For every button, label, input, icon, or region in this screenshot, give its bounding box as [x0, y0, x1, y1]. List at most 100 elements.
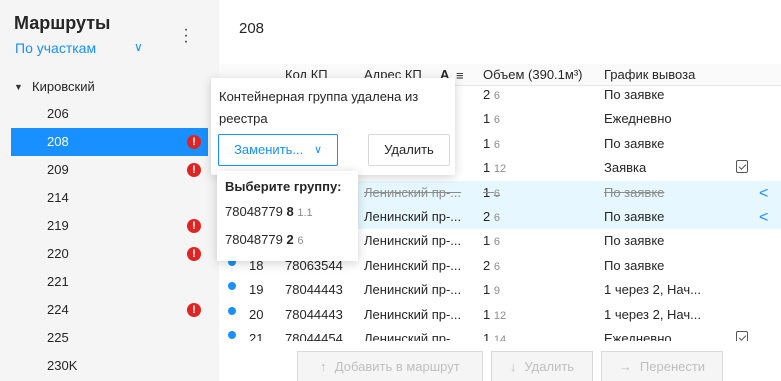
sidebar-item-label: 221 [47, 274, 69, 289]
dropdown-option[interactable]: 78048779 8 1.1 [225, 204, 313, 219]
tree-group-kirovsky[interactable]: ▼ Кировский [0, 74, 219, 100]
sidebar-item-219[interactable]: 219! [0, 212, 219, 240]
row-volume: 2 6 [483, 87, 500, 102]
row-schedule: 1 через 2, Нач... [604, 282, 701, 298]
replace-label: Заменить... [234, 142, 304, 157]
status-dot [228, 306, 236, 315]
row-address: Ленинский пр-... [364, 208, 462, 224]
sidebar-item-221[interactable]: 221 [0, 268, 219, 296]
caret-down-icon: ▼ [14, 82, 23, 92]
sidebar-item-230k[interactable]: 230K [0, 352, 219, 380]
table-row[interactable]: 19 78044443 Ленинский пр-... 1 9 1 через 2, … [219, 278, 781, 302]
row-volume-size: 6 [493, 236, 500, 249]
row-volume-count: 1 [483, 282, 491, 298]
bottom-toolbar: ↑ Добавить в маршрут ↓ Удалить → Перенести [219, 341, 781, 381]
alert-icon: ! [187, 219, 201, 233]
sidebar-title: Маршруты [14, 13, 111, 33]
row-volume: 1 6 [483, 136, 500, 151]
sidebar-item-label: 225 [47, 330, 69, 345]
row-schedule: По заявке [604, 184, 665, 200]
row-volume-count: 1 [483, 306, 491, 322]
calendar-check-icon[interactable] [736, 160, 748, 174]
sidebar-item-label: 214 [47, 190, 69, 205]
group-dropdown: Выберите группу: 78048779 8 1.1 78048779… [217, 171, 358, 261]
row-schedule: 1 через 2, Нач... [604, 306, 701, 322]
row-volume-size: 12 [493, 163, 507, 176]
row-schedule: По заявке [604, 87, 665, 102]
arrow-up-icon: ↑ [320, 359, 327, 374]
arrow-right-icon: → [618, 359, 632, 374]
sidebar-item-225[interactable]: 225 [0, 324, 219, 352]
alert-icon: ! [187, 247, 201, 261]
row-address: Ленинский пр-... [364, 282, 462, 298]
alert-icon: ! [187, 135, 201, 149]
row-volume-count: 1 [483, 111, 491, 127]
alert-icon: ! [187, 163, 201, 177]
filter-select[interactable]: По участкам ∨ [15, 40, 150, 56]
row-volume-count: 1 [483, 233, 491, 249]
option-code: 78048779 [225, 204, 283, 219]
sidebar-item-209[interactable]: 209! [0, 156, 219, 184]
row-volume: 1 6 [483, 185, 500, 200]
row-address: Ленинский пр-... [364, 233, 462, 249]
more-vertical-icon[interactable]: · · · [182, 22, 190, 50]
row-volume: 2 6 [483, 258, 500, 273]
row-schedule: Ежедневно [604, 111, 672, 127]
replace-button[interactable]: Заменить... ∨ [218, 134, 338, 166]
row-volume-count: 1 [483, 184, 491, 200]
row-volume-size: 6 [493, 211, 500, 224]
row-volume-size: 6 [493, 90, 500, 102]
alert-icon: ! [187, 303, 201, 317]
sidebar-item-208[interactable]: 208! [11, 128, 208, 156]
sidebar-item-label: 208 [47, 134, 69, 149]
option-count: 8 [286, 204, 294, 219]
header-volume[interactable]: Объем (390.1м³) [483, 67, 583, 82]
sidebar-item-214[interactable]: 214 [0, 184, 219, 212]
arrow-down-icon: ↓ [509, 359, 517, 374]
row-address: Ленинский пр-... [364, 306, 462, 322]
row-volume: 2 6 [483, 209, 500, 224]
chevron-left-icon[interactable]: < [759, 185, 768, 203]
row-schedule: По заявке [604, 233, 665, 249]
sidebar-item-220[interactable]: 220! [0, 240, 219, 268]
table-row[interactable]: 20 78044443 Ленинский пр-... 1 12 1 через 2,… [219, 303, 781, 327]
move-button[interactable]: → Перенести [601, 351, 723, 381]
delete-button[interactable]: Удалить [368, 134, 450, 166]
row-volume: 1 9 [483, 282, 500, 297]
row-volume: 1 6 [483, 233, 500, 248]
remove-button[interactable]: ↓ Удалить [491, 351, 593, 381]
row-volume-count: 1 [483, 160, 491, 176]
row-volume-size: 9 [493, 285, 500, 298]
sidebar-item-label: 230K [47, 358, 78, 373]
row-volume-size: 6 [493, 187, 500, 200]
row-volume: 1 12 [483, 160, 506, 175]
row-number: 20 [249, 306, 264, 322]
row-schedule: По заявке [604, 135, 665, 151]
dropdown-option[interactable]: 78048779 2 6 [225, 232, 303, 247]
chevron-down-icon: ∨ [314, 144, 323, 156]
remove-label: Удалить [524, 359, 575, 374]
option-count: 2 [286, 232, 294, 247]
route-title: 208 [239, 20, 265, 37]
row-code: 78044443 [285, 306, 343, 322]
sidebar-item-label: 206 [47, 106, 69, 121]
sidebar-item-224[interactable]: 224! [0, 296, 219, 324]
row-volume-count: 1 [483, 135, 491, 151]
row-volume-count: 2 [483, 257, 491, 273]
sidebar: Маршруты По участкам ∨ · · · ▼ Кировский 2… [0, 0, 219, 381]
tree-group-label: Кировский [32, 79, 95, 94]
row-volume-count: 2 [483, 87, 491, 102]
sidebar-item-label: 224 [47, 302, 69, 317]
add-to-route-button[interactable]: ↑ Добавить в маршрут [297, 351, 483, 381]
row-volume: 1 6 [483, 111, 500, 126]
chevron-left-icon[interactable]: < [759, 209, 768, 227]
row-volume-size: 6 [493, 138, 500, 151]
option-code: 78048779 [225, 232, 283, 247]
dropdown-title: Выберите группу: [225, 179, 342, 194]
app-root: Маршруты По участкам ∨ · · · ▼ Кировский 2… [0, 0, 781, 381]
sidebar-item-206[interactable]: 206 [0, 100, 219, 128]
move-label: Перенести [639, 359, 706, 374]
filter-lines-icon[interactable]: ≡ [456, 68, 464, 83]
row-volume-count: 2 [483, 208, 491, 224]
header-schedule[interactable]: График вывоза [604, 67, 695, 82]
